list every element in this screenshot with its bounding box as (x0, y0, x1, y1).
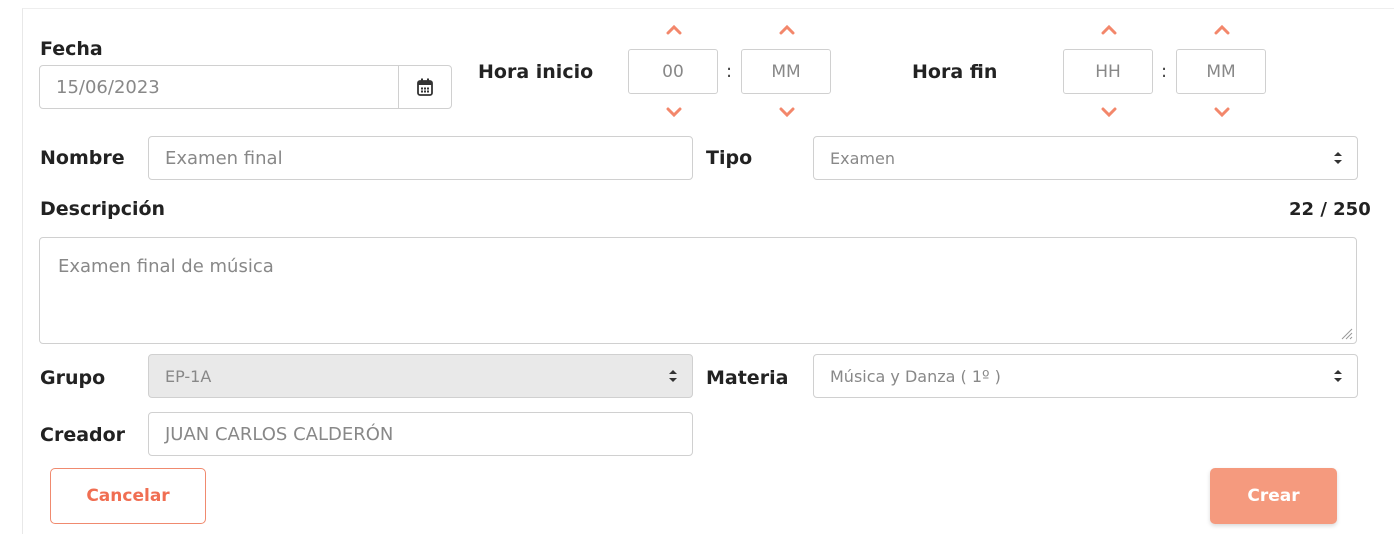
materia-select[interactable]: Música y Danza ( 1º ) (813, 354, 1358, 398)
descripcion-counter: 22 / 250 (1289, 199, 1371, 220)
hora-fin-label: Hora fin (912, 61, 998, 83)
hora-fin-minutes-input[interactable]: MM (1176, 49, 1266, 94)
hora-inicio-separator: : (726, 61, 733, 82)
cancel-button[interactable]: Cancelar (50, 468, 206, 524)
select-caret-icon (669, 370, 677, 382)
hora-inicio-label: Hora inicio (478, 61, 594, 83)
grupo-select: EP-1A (148, 354, 693, 398)
create-button[interactable]: Crear (1210, 468, 1337, 524)
calendar-icon (417, 78, 433, 96)
materia-label: Materia (706, 367, 789, 389)
hora-inicio-hours-down-icon[interactable] (666, 107, 682, 117)
nombre-label: Nombre (40, 147, 125, 169)
hora-fin-hours-input[interactable]: HH (1063, 49, 1153, 94)
hora-inicio-hours-input[interactable]: 00 (628, 49, 718, 94)
hora-fin-minutes-down-icon[interactable] (1214, 107, 1230, 117)
creador-input[interactable]: JUAN CARLOS CALDERÓN (148, 412, 693, 456)
hora-fin-separator: : (1161, 61, 1168, 82)
fecha-input[interactable]: 15/06/2023 (39, 65, 400, 109)
materia-value: Música y Danza ( 1º ) (830, 366, 1001, 386)
tipo-value: Examen (830, 148, 895, 168)
grupo-value: EP-1A (165, 366, 212, 386)
hora-inicio-hours-up-icon[interactable] (666, 25, 682, 35)
hora-fin-minutes-up-icon[interactable] (1214, 25, 1230, 35)
resize-grip-icon[interactable] (1339, 326, 1353, 340)
hora-fin-hours-down-icon[interactable] (1101, 107, 1117, 117)
descripcion-value: Examen final de música (58, 256, 274, 277)
select-caret-icon (1334, 370, 1342, 382)
descripcion-label: Descripción (40, 198, 166, 220)
nombre-input[interactable]: Examen final (148, 136, 693, 180)
descripcion-textarea[interactable]: Examen final de música (39, 237, 1357, 344)
hora-inicio-minutes-down-icon[interactable] (779, 107, 795, 117)
hora-inicio-minutes-up-icon[interactable] (779, 25, 795, 35)
tipo-label: Tipo (706, 147, 753, 169)
fecha-label: Fecha (40, 38, 103, 60)
calendar-button[interactable] (398, 65, 452, 109)
fecha-value: 15/06/2023 (56, 76, 160, 98)
hora-inicio-minutes-input[interactable]: MM (741, 49, 831, 94)
hora-fin-hours-up-icon[interactable] (1101, 25, 1117, 35)
nombre-value: Examen final (165, 147, 283, 169)
grupo-label: Grupo (40, 367, 106, 389)
creador-value: JUAN CARLOS CALDERÓN (165, 423, 394, 445)
tipo-select[interactable]: Examen (813, 136, 1358, 180)
creador-label: Creador (40, 424, 126, 446)
select-caret-icon (1334, 152, 1342, 164)
